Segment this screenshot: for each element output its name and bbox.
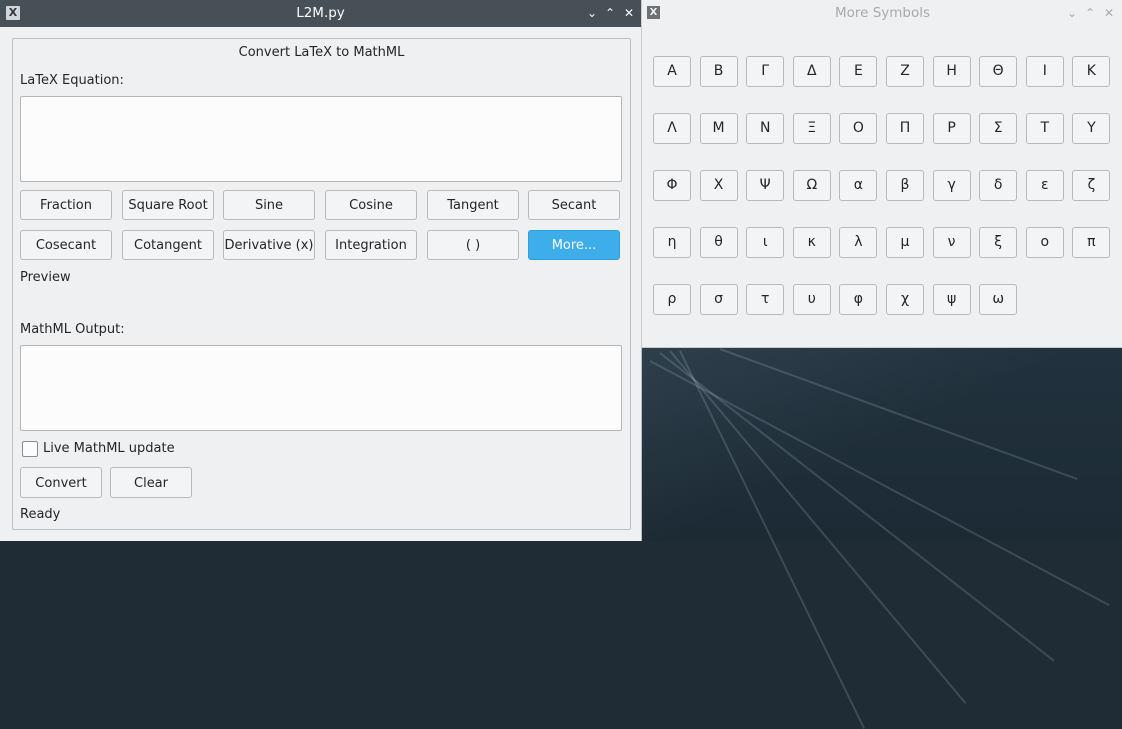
symbol-button[interactable]: Σ	[979, 113, 1018, 144]
cosecant-button[interactable]: Cosecant	[20, 230, 112, 260]
close-icon[interactable]: ✕	[1101, 5, 1117, 21]
symbol-button[interactable]: τ	[746, 284, 785, 315]
symbol-button[interactable]: θ	[699, 227, 738, 258]
symbol-button[interactable]: Β	[699, 56, 738, 87]
wallpaper-streak	[719, 348, 1078, 480]
main-titlebar[interactable]: X L2M.py ⌄ ⌃ ✕	[0, 0, 641, 27]
tangent-button[interactable]: Tangent	[427, 190, 519, 220]
symbol-button[interactable]: Ξ	[792, 113, 831, 144]
close-icon[interactable]: ✕	[621, 5, 637, 21]
symbol-button[interactable]: Υ	[1072, 113, 1111, 144]
symbol-button[interactable]: ζ	[1072, 170, 1111, 201]
maximize-icon[interactable]: ⌃	[602, 5, 618, 21]
wallpaper-streak	[679, 350, 866, 729]
integration-button[interactable]: Integration	[325, 230, 417, 260]
symbol-button[interactable]: ω	[979, 284, 1018, 315]
symbol-button[interactable]: σ	[699, 284, 738, 315]
main-window: X L2M.py ⌄ ⌃ ✕ Convert LaTeX to MathML L…	[0, 0, 642, 541]
symbol-button[interactable]: Θ	[979, 56, 1018, 87]
secant-button[interactable]: Secant	[528, 190, 620, 220]
symbol-button[interactable]: Χ	[699, 170, 738, 201]
minimize-icon[interactable]: ⌄	[584, 5, 600, 21]
sine-button[interactable]: Sine	[223, 190, 315, 220]
square-root-button[interactable]: Square Root	[122, 190, 214, 220]
symbol-button[interactable]: ρ	[653, 284, 691, 315]
latex-input[interactable]	[20, 96, 622, 182]
symbol-button[interactable]: κ	[792, 227, 831, 258]
symbols-window-title: More Symbols	[834, 5, 931, 21]
symbol-button[interactable]: δ	[979, 170, 1018, 201]
symbol-button[interactable]: α	[839, 170, 878, 201]
symbol-button[interactable]: ξ	[979, 227, 1018, 258]
parentheses-button[interactable]: ( )	[427, 230, 519, 260]
symbol-button[interactable]: Π	[886, 113, 924, 144]
status-text: Ready	[20, 507, 61, 522]
symbol-button[interactable]: ν	[932, 227, 971, 258]
symbol-button[interactable]: λ	[839, 227, 878, 258]
symbol-button[interactable]: Ζ	[886, 56, 924, 87]
symbol-button[interactable]: Ε	[839, 56, 878, 87]
symbol-button[interactable]: ε	[1025, 170, 1064, 201]
symbol-button[interactable]: χ	[886, 284, 924, 315]
group-title: Convert LaTeX to MathML	[238, 45, 405, 60]
symbol-button[interactable]: Ι	[1025, 56, 1064, 87]
symbol-button[interactable]: π	[1072, 227, 1111, 258]
derivative-x-button[interactable]: Derivative (x)	[223, 230, 315, 260]
symbol-button[interactable]: ψ	[932, 284, 971, 315]
more-button[interactable]: More...	[528, 230, 620, 260]
symbol-button[interactable]: Δ	[792, 56, 831, 87]
symbol-button[interactable]: Ω	[792, 170, 831, 201]
latex-equation-label: LaTeX Equation:	[20, 73, 124, 88]
symbol-button[interactable]: Ρ	[932, 113, 971, 144]
wallpaper-streak	[669, 350, 967, 705]
cotangent-button[interactable]: Cotangent	[122, 230, 214, 260]
symbol-button[interactable]: Ο	[839, 113, 878, 144]
symbol-button[interactable]: υ	[792, 284, 831, 315]
symbol-button[interactable]: φ	[839, 284, 878, 315]
maximize-icon[interactable]: ⌃	[1082, 5, 1098, 21]
symbol-button[interactable]: Κ	[1072, 56, 1111, 87]
fraction-button[interactable]: Fraction	[20, 190, 112, 220]
converter-groupbox: Convert LaTeX to MathML LaTeX Equation: …	[12, 38, 631, 530]
symbol-button[interactable]: Μ	[699, 113, 738, 144]
mathml-output[interactable]	[20, 345, 622, 431]
cosine-button[interactable]: Cosine	[325, 190, 417, 220]
symbol-button[interactable]: ο	[1025, 227, 1064, 258]
symbol-button[interactable]: Φ	[653, 170, 691, 201]
symbol-button[interactable]: Η	[932, 56, 971, 87]
symbol-button[interactable]: Ν	[746, 113, 785, 144]
live-update-checkbox[interactable]	[22, 441, 38, 457]
symbol-button[interactable]: Α	[653, 56, 691, 87]
symbol-button[interactable]: Λ	[653, 113, 691, 144]
clear-button[interactable]: Clear	[110, 467, 192, 498]
live-update-label[interactable]: Live MathML update	[43, 441, 175, 456]
symbol-button[interactable]: μ	[886, 227, 924, 258]
symbol-button[interactable]: ι	[746, 227, 785, 258]
symbol-button[interactable]: β	[886, 170, 924, 201]
mathml-output-label: MathML Output:	[20, 322, 125, 337]
convert-button[interactable]: Convert	[20, 467, 102, 498]
window-title: L2M.py	[296, 5, 345, 21]
minimize-icon[interactable]: ⌄	[1064, 5, 1080, 21]
symbol-button[interactable]: η	[653, 227, 691, 258]
symbol-button[interactable]: Ψ	[746, 170, 785, 201]
symbol-button[interactable]: Γ	[746, 56, 785, 87]
symbol-button[interactable]: γ	[932, 170, 971, 201]
symbols-titlebar[interactable]: X More Symbols ⌄ ⌃ ✕	[642, 0, 1122, 27]
symbol-button[interactable]: Τ	[1025, 113, 1064, 144]
symbols-window: X More Symbols ⌄ ⌃ ✕ ΑΒΓΔΕΖΗΘΙΚ ΛΜΝΞΟΠΡΣΤ…	[641, 0, 1122, 348]
preview-label: Preview	[20, 270, 71, 285]
